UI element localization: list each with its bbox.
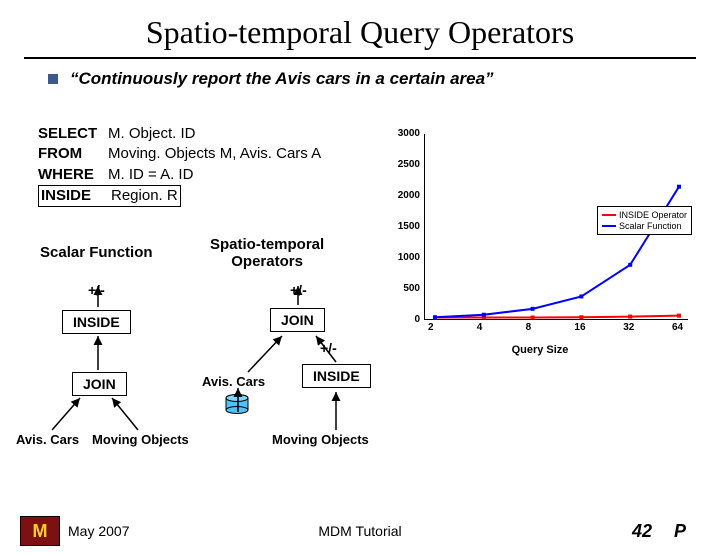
t1-pm: +/-: [88, 282, 105, 298]
legend-swatch-1: [602, 214, 616, 216]
ytick: 2000: [392, 190, 420, 201]
purdue-logo-icon: P: [660, 516, 700, 546]
footer-left: M May 2007: [20, 516, 129, 546]
ytick: 500: [392, 283, 420, 294]
chart-legend: INSIDE Operator Scalar Function: [597, 206, 692, 235]
umn-logo-icon: M: [20, 516, 60, 546]
footer-center: MDM Tutorial: [318, 523, 401, 539]
val-from: Moving. Objects M, Avis. Cars A: [108, 145, 321, 162]
chart-xlabel: Query Size: [380, 344, 700, 356]
t2-moving: Moving Objects: [272, 432, 369, 447]
bullet-icon: [48, 74, 58, 84]
xtick: 16: [574, 322, 585, 333]
t2-pm1: +/-: [290, 282, 307, 298]
ytick: 1500: [392, 221, 420, 232]
legend-swatch-2: [602, 225, 616, 227]
subtitle-text: “Continuously report the Avis cars in a …: [70, 69, 494, 89]
kw-where: WHERE: [38, 165, 108, 185]
val-inside: Region. R: [111, 187, 178, 204]
val-select: M. Object. ID: [108, 125, 196, 142]
legend-row-1: INSIDE Operator: [602, 210, 687, 220]
line-chart: Tuples in the Pipeline INSIDE Operator S…: [380, 126, 700, 356]
sql-highlight-row: INSIDERegion. R: [38, 185, 181, 207]
xtick: 4: [477, 322, 483, 333]
legend-label-2: Scalar Function: [619, 221, 682, 231]
xtick: 32: [623, 322, 634, 333]
xtick: 2: [428, 322, 434, 333]
t2-join-box: JOIN: [270, 308, 325, 332]
t1-moving: Moving Objects: [92, 432, 189, 447]
sto-title-l2: Operators: [231, 253, 303, 270]
chart-plot-area: INSIDE Operator Scalar Function: [424, 134, 688, 320]
slide-title: Spatio-temporal Query Operators: [0, 14, 720, 51]
sql-block: SELECTM. Object. ID FROMMoving. Objects …: [38, 124, 321, 207]
ytick: 1000: [392, 252, 420, 263]
ytick: 2500: [392, 159, 420, 170]
sto-title-l1: Spatio-temporal: [210, 236, 324, 253]
ytick: 3000: [392, 128, 420, 139]
slide-footer: M May 2007 MDM Tutorial 42 P: [0, 516, 720, 546]
title-divider: [24, 57, 696, 59]
cylinder-icon: [224, 394, 250, 414]
sto-title: Spatio-temporal Operators: [210, 236, 324, 271]
xtick: 64: [672, 322, 683, 333]
ytick: 0: [392, 314, 420, 325]
t2-avis: Avis. Cars: [202, 374, 265, 389]
scalar-fn-title: Scalar Function: [40, 244, 153, 261]
legend-label-1: INSIDE Operator: [619, 210, 687, 220]
footer-right: 42 P: [632, 516, 700, 546]
subtitle-row: “Continuously report the Avis cars in a …: [48, 69, 720, 89]
t1-avis: Avis. Cars: [16, 432, 79, 447]
xtick: 8: [526, 322, 532, 333]
page-number: 42: [632, 521, 652, 542]
val-where: M. ID = A. ID: [108, 166, 193, 183]
t1-join-box: JOIN: [72, 372, 127, 396]
footer-date: May 2007: [68, 523, 129, 539]
kw-from: FROM: [38, 144, 108, 164]
t2-pm2: +/-: [320, 340, 337, 356]
kw-select: SELECT: [38, 124, 108, 144]
t2-inside-box: INSIDE: [302, 364, 371, 388]
legend-row-2: Scalar Function: [602, 221, 687, 231]
kw-inside: INSIDE: [41, 186, 111, 206]
t1-inside-box: INSIDE: [62, 310, 131, 334]
